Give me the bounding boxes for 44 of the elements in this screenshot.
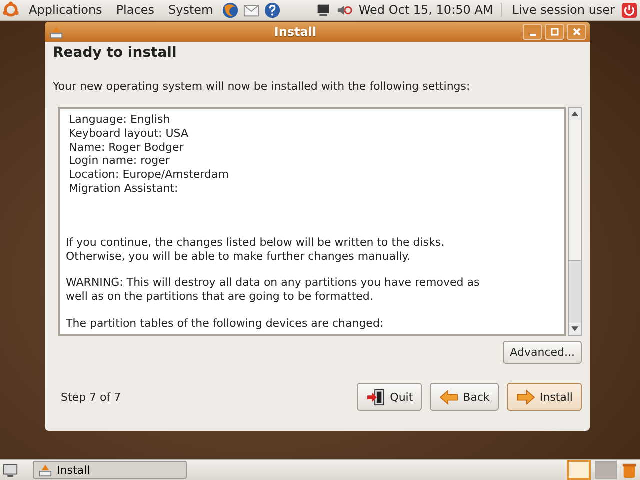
- summary-line: Login name: roger: [68, 154, 171, 168]
- advanced-button[interactable]: Advanced...: [503, 341, 582, 364]
- ubuntu-logo-icon[interactable]: [2, 1, 20, 19]
- close-icon: [572, 27, 582, 37]
- summary-line: Language: English: [68, 113, 172, 127]
- workspace[interactable]: [567, 460, 591, 480]
- power-icon[interactable]: [621, 2, 638, 18]
- summary-line: Keyboard layout: USA: [68, 126, 190, 141]
- back-button[interactable]: Back: [430, 383, 499, 411]
- paragraph: The partition tables of the following devices are changed:: [66, 316, 385, 331]
- maximize-icon: [550, 27, 560, 37]
- right-arrow-icon: [516, 388, 536, 406]
- step-label: Step 7 of 7: [61, 390, 122, 404]
- maximize-button[interactable]: [545, 24, 564, 40]
- close-button[interactable]: [567, 24, 586, 40]
- exit-door-icon: [366, 388, 386, 406]
- quit-button[interactable]: Quit: [357, 383, 422, 411]
- install-button[interactable]: Install: [506, 383, 582, 411]
- intro-text: Your new operating system will now be installed with the following settings:: [53, 80, 472, 93]
- menu-item[interactable]: Applications: [24, 3, 108, 17]
- summary-line: Name: Roger Bodger: [68, 140, 185, 154]
- page-heading: Ready to install: [53, 44, 178, 61]
- scrollbar[interactable]: [568, 107, 582, 336]
- paragraph: If you continue, the changes listed below will be written to the disks. Otherwise, you will be able to make further changes manually.: [66, 236, 446, 264]
- menu-item[interactable]: Places: [111, 3, 160, 17]
- globe-icon[interactable]: [222, 2, 240, 18]
- installer-icon: [38, 462, 53, 478]
- clock[interactable]: Wed Oct 15, 10:50 AM: [356, 3, 502, 17]
- scroll-up-icon[interactable]: [569, 108, 581, 120]
- summary-line: Location: Europe/Amsterdam: [68, 168, 230, 182]
- help-icon[interactable]: [264, 2, 282, 18]
- minimize-button[interactable]: [523, 24, 542, 40]
- summary-line: Migration Assistant:: [68, 182, 180, 196]
- menu-item[interactable]: System: [163, 3, 218, 17]
- user-name[interactable]: Live session user: [506, 3, 617, 17]
- left-arrow-icon: [439, 388, 460, 406]
- window-title: Install: [273, 25, 318, 39]
- scroll-down-icon[interactable]: [569, 323, 581, 335]
- installer-icon: [49, 24, 64, 40]
- paragraph: WARNING: This will destroy all data on any partitions you have removed as well as on the partitions that are going to be formatted.: [66, 276, 481, 304]
- minimize-icon: [530, 34, 536, 36]
- trash-icon[interactable]: [621, 462, 638, 478]
- show-desktop-icon[interactable]: [2, 462, 19, 478]
- taskbar-item[interactable]: Install: [33, 461, 187, 479]
